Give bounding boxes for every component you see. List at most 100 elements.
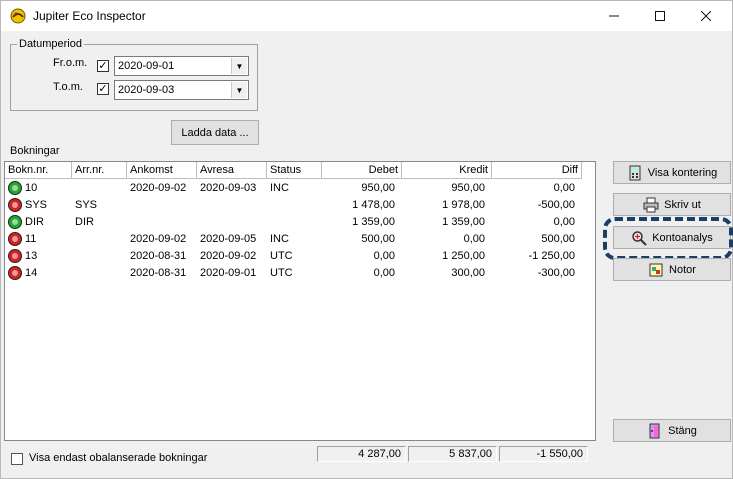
table-row[interactable]: SYS SYS 1 478,00 1 978,00 -500,00 [5,197,595,214]
cell-kredit: 1 250,00 [442,250,485,262]
from-date-select[interactable]: 2020-09-01 ▼ [114,56,249,76]
calculator-icon [627,165,643,181]
account-analysis-label: Kontoanalys [652,231,713,244]
cell-status: INC [270,233,289,245]
cell-debet: 1 478,00 [352,199,395,211]
to-date-value: 2020-09-03 [118,84,175,96]
cell-avresa: 2020-09-05 [200,233,257,245]
cell-diff: -500,00 [537,199,575,211]
print-label: Skriv ut [664,198,701,211]
col-header-avresa[interactable]: Avresa [197,162,267,179]
cell-ankomst: 2020-08-31 [130,250,187,262]
cell-kredit: 1 978,00 [442,199,485,211]
chevron-down-icon[interactable]: ▼ [231,58,247,74]
status-indicator-icon [8,198,22,212]
cell-diff: 0,00 [553,182,575,194]
maximize-button[interactable] [637,1,683,31]
exit-door-icon [647,423,663,439]
cell-kredit: 0,00 [463,233,485,245]
cell-status: INC [270,182,289,194]
col-header-ankomst[interactable]: Ankomst [127,162,197,179]
title-bar[interactable]: Jupiter Eco Inspector [1,1,732,31]
print-button[interactable]: Skriv ut [613,193,731,216]
cell-bokn: SYS [25,199,48,211]
cell-kredit: 950,00 [451,182,485,194]
table-row[interactable]: 11 2020-09-02 2020-09-05 INC 500,00 0,00 500,0… [5,231,595,248]
col-header-bokn[interactable]: Bokn.nr. [5,162,72,179]
cell-avresa: 2020-09-03 [200,182,257,194]
to-date-select[interactable]: 2020-09-03 ▼ [114,80,249,100]
total-kredit: 5 837,00 [408,446,497,462]
close-window-label: Stäng [668,424,697,437]
app-window: Jupiter Eco Inspector Datumperiod Fr.o.m… [0,0,733,479]
show-posting-label: Visa kontering [647,166,718,179]
total-debet: 4 287,00 [317,446,406,462]
table-row[interactable]: 10 2020-09-02 2020-09-03 INC 950,00 950,00 0,0… [5,180,595,197]
load-data-button[interactable]: Ladda data ... [171,120,259,145]
status-indicator-icon [8,249,22,263]
table-header: Bokn.nr. Arr.nr. Ankomst Avresa Status D… [5,162,595,179]
from-date-value: 2020-09-01 [118,60,175,72]
from-checkbox[interactable]: ✓ [97,60,109,72]
show-posting-button[interactable]: Visa kontering [613,161,731,184]
col-header-status[interactable]: Status [267,162,322,179]
cell-debet: 0,00 [373,267,395,279]
cell-bokn: DIR [25,216,44,228]
from-label: Fr.o.m. [53,57,88,69]
notes-label: Notor [669,263,696,276]
cell-bokn: 11 [25,233,37,245]
bookings-label: Bokningar [10,145,60,157]
only-unbalanced-checkbox[interactable] [11,453,23,465]
app-logo-icon [9,8,27,24]
cell-diff: 500,00 [541,233,575,245]
cell-avresa: 2020-09-02 [200,250,257,262]
to-label: T.o.m. [53,81,83,93]
bookings-table[interactable]: Bokn.nr. Arr.nr. Ankomst Avresa Status D… [4,161,596,441]
cell-ankomst: 2020-08-31 [130,267,187,279]
cell-debet: 500,00 [361,233,395,245]
table-row[interactable]: 14 2020-08-31 2020-09-01 UTC 0,00 300,00 -300,… [5,265,595,282]
total-diff: -1 550,00 [499,446,588,462]
cell-diff: -1 250,00 [528,250,575,262]
date-period-legend: Datumperiod [19,38,82,50]
cell-avresa: 2020-09-01 [200,267,257,279]
cell-status: UTC [270,267,293,279]
minimize-button[interactable] [591,1,637,31]
cell-debet: 0,00 [373,250,395,262]
status-indicator-icon [8,232,22,246]
table-row[interactable]: DIR DIR 1 359,00 1 359,00 0,00 [5,214,595,231]
cell-ankomst: 2020-09-02 [130,233,187,245]
load-data-label: Ladda data ... [181,126,249,139]
cell-bokn: 13 [25,250,38,262]
col-header-arr[interactable]: Arr.nr. [72,162,127,179]
cell-ankomst: 2020-09-02 [130,182,187,194]
status-indicator-icon [8,181,22,195]
cell-bokn: 10 [25,182,38,194]
cell-debet: 950,00 [361,182,395,194]
cell-arr: SYS [75,199,98,211]
cell-status: UTC [270,250,293,262]
status-indicator-icon [8,215,22,229]
printer-icon [643,197,659,213]
cell-arr: DIR [75,216,94,228]
cell-kredit: 1 359,00 [442,216,485,228]
cell-debet: 1 359,00 [352,216,395,228]
only-unbalanced-label: Visa endast obalanserade bokningar [29,452,208,464]
col-header-diff[interactable]: Diff [492,162,582,179]
close-button[interactable] [683,1,729,31]
cell-bokn: 14 [25,267,38,279]
col-header-debet[interactable]: Debet [322,162,402,179]
close-window-button[interactable]: Stäng [613,419,731,442]
chevron-down-icon[interactable]: ▼ [231,82,247,98]
window-title: Jupiter Eco Inspector [33,9,146,23]
table-row[interactable]: 13 2020-08-31 2020-09-02 UTC 0,00 1 250,00 -1 … [5,248,595,265]
notes-icon [648,262,664,278]
account-analysis-button[interactable]: Kontoanalys [613,226,731,249]
status-indicator-icon [8,266,22,280]
cell-diff: 0,00 [553,216,575,228]
cell-diff: -300,00 [537,267,575,279]
notes-button[interactable]: Notor [613,258,731,281]
magnifier-icon [631,230,647,246]
to-checkbox[interactable]: ✓ [97,83,109,95]
col-header-kredit[interactable]: Kredit [402,162,492,179]
